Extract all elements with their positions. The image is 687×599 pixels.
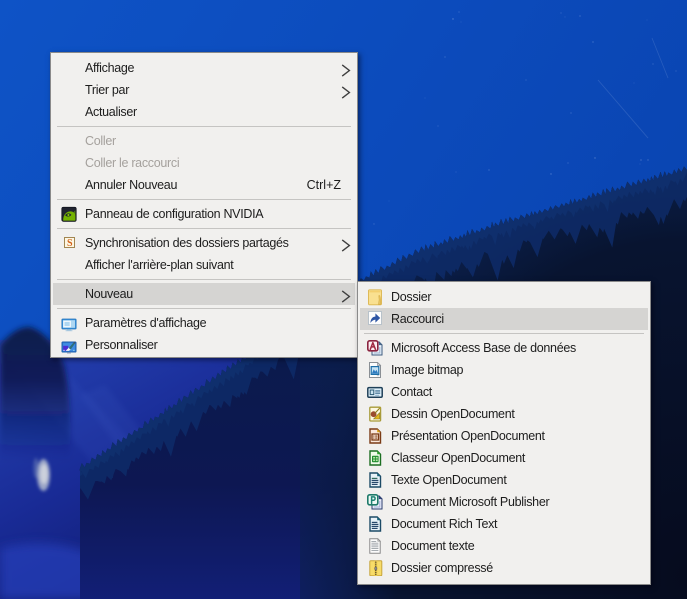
svg-text:S: S <box>67 238 73 248</box>
